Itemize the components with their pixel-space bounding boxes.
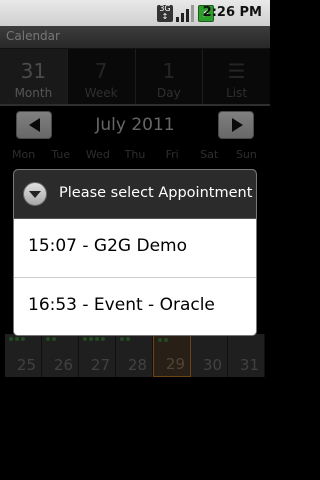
status-time: 2:26 PM [202, 5, 262, 20]
network-3g-icon: 3G ↕ [157, 5, 173, 22]
dialog-title: Please select Appointment [59, 185, 253, 201]
appointment-item[interactable]: 16:53 - Event - Oracle [14, 278, 256, 335]
dialog-header: Please select Appointment [14, 170, 256, 219]
signal-strength-icon [176, 5, 194, 22]
appointment-item[interactable]: 15:07 - G2G Demo [14, 219, 256, 278]
appointment-label: 16:53 - Event - Oracle [28, 295, 215, 315]
status-bar: 3G ↕ ⚡ 2:26 PM [0, 0, 270, 26]
dropdown-arrow-icon [23, 182, 47, 206]
appointment-label: 15:07 - G2G Demo [28, 236, 188, 256]
select-appointment-dialog: Please select Appointment 15:07 - G2G De… [14, 170, 256, 335]
